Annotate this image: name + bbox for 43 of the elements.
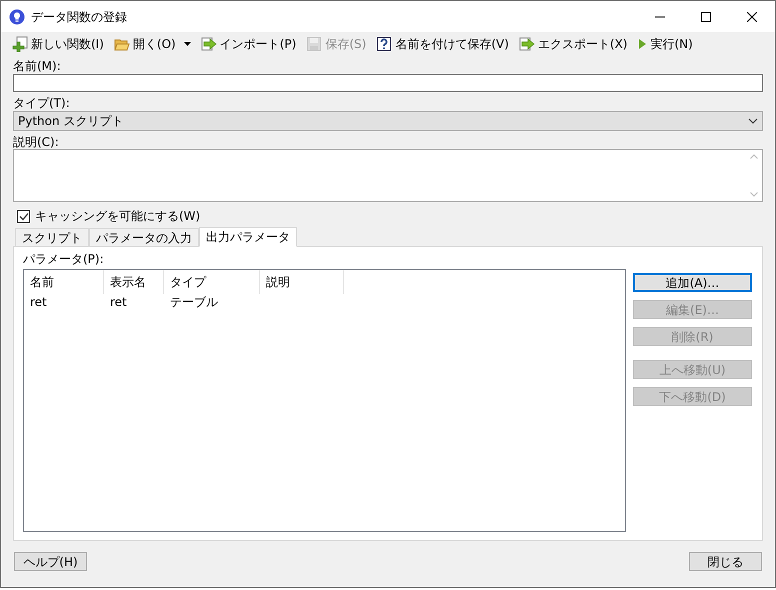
table-cell: テーブル [170, 295, 218, 309]
tab[interactable]: スクリプト [15, 228, 89, 246]
help-button[interactable]: ヘルプ(H) [14, 552, 87, 571]
toolbar-button[interactable]: 名前を付けて保存(V) [376, 34, 509, 52]
close-icon [747, 12, 757, 22]
column-header[interactable]: 名前 [24, 270, 104, 294]
table-cell: ret [110, 295, 127, 309]
column-header[interactable]: 表示名 [104, 270, 164, 294]
chevron-down-icon [748, 118, 758, 124]
checkbox-label: キャッシングを可能にする(W) [35, 208, 200, 225]
scroll-down-icon [750, 192, 758, 197]
type-dropdown[interactable]: Python スクリプト [13, 111, 763, 131]
export-icon [518, 36, 535, 52]
checkmark-icon [18, 212, 28, 220]
toolbar-button[interactable]: 開く(O) [114, 34, 176, 52]
list-label: パラメータ(P): [23, 252, 105, 266]
checkbox[interactable] [17, 210, 30, 222]
window-title: データ関数の登録 [31, 8, 127, 26]
action-button[interactable]: 追加(A)… [633, 273, 752, 292]
field-label: 名前(M): [13, 59, 62, 73]
name-field[interactable] [13, 74, 763, 92]
column-header[interactable]: タイプ [164, 270, 260, 294]
field-label: タイプ(T): [13, 96, 71, 110]
description-field[interactable] [13, 149, 763, 202]
toolbar-button[interactable]: 新しい関数(I) [12, 34, 104, 52]
toolbar-button[interactable]: インポート(P) [200, 34, 296, 52]
maximize-icon [701, 12, 711, 22]
table-cell: ret [30, 295, 47, 309]
close-dialog-button[interactable]: 閉じる [689, 552, 762, 571]
dropdown-arrow-icon[interactable] [184, 42, 191, 46]
column-header[interactable]: 説明 [260, 270, 344, 294]
save-icon [306, 36, 322, 52]
toolbar-button[interactable]: エクスポート(X) [518, 34, 628, 52]
table-row[interactable]: ret ret テーブル [24, 294, 625, 310]
lightbulb-icon [9, 8, 25, 24]
scroll-up-icon [750, 154, 758, 159]
import-icon [200, 36, 217, 52]
field-label: 説明(C): [13, 135, 60, 149]
tab[interactable]: 出力パラメータ [199, 227, 297, 247]
help-icon [376, 36, 392, 52]
new-icon [12, 36, 28, 52]
tab[interactable]: パラメータの入力 [89, 228, 199, 246]
toolbar-button[interactable]: 実行(N) [637, 34, 693, 52]
